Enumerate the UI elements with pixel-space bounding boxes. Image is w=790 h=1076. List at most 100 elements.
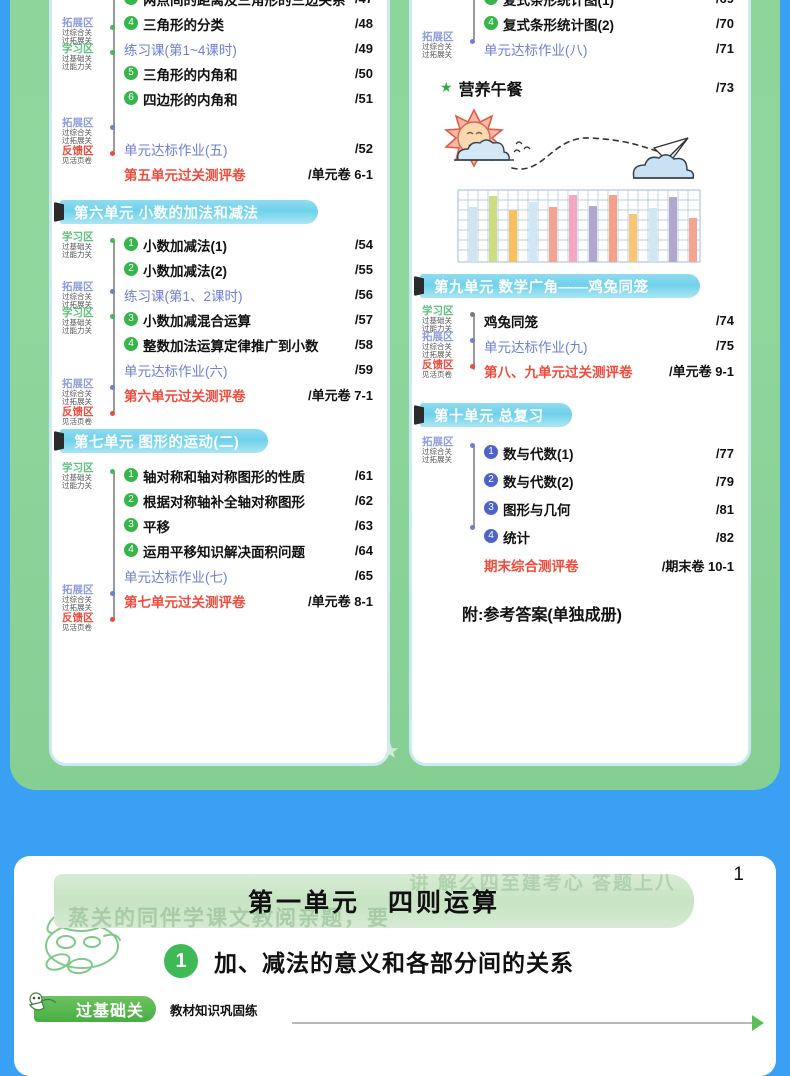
toc-row-page: /59 bbox=[354, 362, 373, 377]
toc-row-label: 统计 bbox=[503, 531, 530, 546]
toc-row-page: /50 bbox=[354, 66, 373, 81]
toc-row-label: 复式条形统计图(2) bbox=[503, 17, 614, 33]
toc-row[interactable]: 单元达标作业(九) /75 bbox=[412, 333, 748, 358]
toc-rows: 拓展区 过综合关 过拓展关 1 数与代数(1) /77 2 数与代数(2) /7… bbox=[412, 436, 748, 579]
toc-row-page: /单元卷 9-1 bbox=[668, 364, 734, 379]
toc-row[interactable]: 5 三角形的内角和 /50 bbox=[52, 61, 387, 86]
toc-row[interactable]: 第七单元过关测评卷 /单元卷 8-1 bbox=[52, 588, 387, 613]
toc-row[interactable]: 鸡兔同笼 /74 bbox=[412, 308, 748, 333]
toc-row-label: 图形与几何 bbox=[503, 503, 571, 518]
toc-row-page: /58 bbox=[354, 337, 373, 352]
toc-row-label: 单元达标作业(七) bbox=[124, 569, 228, 585]
toc-row[interactable]: 2 小数加减法(2) /55 bbox=[52, 257, 387, 282]
toc-row[interactable]: 1 轴对称和轴对称图形的性质 /61 bbox=[52, 463, 387, 488]
toc-row[interactable]: 单元达标作业(五) /52 bbox=[52, 136, 387, 161]
toc-row-page: /54 bbox=[354, 237, 373, 252]
toc-row-label: 鸡兔同笼 bbox=[484, 314, 538, 330]
toc-row[interactable]: 4 统计 /82 bbox=[412, 523, 748, 551]
toc-row[interactable]: 4 整数加法运算定律推广到小数 /58 bbox=[52, 332, 387, 357]
section-badge-row: 过基础关 教材知识巩固练 bbox=[34, 996, 258, 1022]
toc-feature-row[interactable]: ★ 营养午餐 /73 bbox=[412, 75, 748, 100]
toc-row[interactable]: 3 两点间的距离及三角形的三边关系 /47 bbox=[52, 0, 387, 11]
toc-right-column-card: 拓展区 过综合关 过拓展关 3 复式条形统计图(1) /69 4 复式条形统计图… bbox=[412, 0, 748, 763]
unit-header-title: 第九单元 数学广角——鸡兔同笼 bbox=[434, 279, 649, 296]
toc-section-unit9: 第九单元 数学广角——鸡兔同笼 学习区 过基础关 过能力关 拓展区 过综合关 过… bbox=[412, 274, 748, 383]
toc-row-label: 练习课(第1~4课时) bbox=[124, 42, 237, 58]
lesson-page-panel: 1 蒸关的同伴学课文教阅亲题，要 讲 解么四至建考心 答题上八 第一单元 四则运… bbox=[14, 856, 776, 1076]
toc-row[interactable]: 3 图形与几何 /81 bbox=[412, 495, 748, 523]
item-number: 1 bbox=[124, 467, 138, 482]
toc-row[interactable]: 2 根据对称轴补全轴对称图形 /62 bbox=[52, 488, 387, 513]
toc-section-unit6: 第六单元 小数的加法和减法 学习区 过基础关 过能力关 拓展区 过综合关 过拓展… bbox=[52, 200, 387, 425]
toc-row[interactable]: 3 复式条形统计图(1) /69 bbox=[412, 0, 748, 11]
toc-row-label: 根据对称轴补全轴对称图形 bbox=[143, 494, 305, 510]
chapter-title-bar: 蒸关的同伴学课文教阅亲题，要 讲 解么四至建考心 答题上八 第一单元 四则运算 bbox=[54, 874, 694, 928]
badge-subtitle: 教材知识巩固练 bbox=[170, 1003, 258, 1018]
toc-row-label: 单元达标作业(六) bbox=[124, 363, 228, 379]
toc-section-unit10: 第十单元 总复习 拓展区 过综合关 过拓展关 1 数与代数(1) /77 2 数… bbox=[412, 403, 748, 579]
toc-row-page: /57 bbox=[354, 312, 373, 327]
toc-row[interactable]: 3 平移 /63 bbox=[52, 513, 387, 538]
item-number: 2 bbox=[484, 473, 498, 487]
lesson-number: 1 bbox=[164, 944, 198, 978]
toc-row[interactable]: 4 三角形的分类 /48 bbox=[52, 11, 387, 36]
toc-row-page: /单元卷 8-1 bbox=[307, 594, 373, 609]
toc-row-page: /65 bbox=[354, 568, 373, 583]
toc-row-page: /47 bbox=[355, 0, 373, 6]
toc-row[interactable]: 练习课(第1、2课时) /56 bbox=[52, 282, 387, 307]
toc-row-label: 平移 bbox=[143, 519, 170, 535]
zone-label-feedback: 反馈区 见活页卷 bbox=[62, 612, 112, 633]
toc-row-page: /52 bbox=[354, 141, 373, 156]
zone-sub: 见活页卷 bbox=[62, 623, 92, 633]
toc-row[interactable]: 单元达标作业(八) /71 bbox=[412, 36, 748, 61]
toc-row[interactable]: 单元达标作业(七) /65 bbox=[52, 563, 387, 588]
toc-row-label: 小数加减混合运算 bbox=[143, 313, 251, 329]
toc-row-page: /61 bbox=[354, 468, 373, 483]
toc-row[interactable]: 练习课(第1~4课时) /49 bbox=[52, 36, 387, 61]
toc-row[interactable]: 单元达标作业(六) /59 bbox=[52, 357, 387, 382]
toc-row-page: /51 bbox=[354, 91, 373, 106]
item-number: 2 bbox=[124, 492, 138, 507]
toc-section-unit7: 第七单元 图形的运动(二) 学习区 过基础关 过能力关 拓展区 过综合关 过拓展… bbox=[52, 429, 387, 631]
toc-row-page: /48 bbox=[354, 16, 373, 31]
toc-row[interactable]: 4 复式条形统计图(2) /70 bbox=[412, 11, 748, 36]
toc-row-label: 运用平移知识解决面积问题 bbox=[143, 544, 305, 560]
zone-label-feedback: 反馈区 见活页卷 bbox=[62, 406, 112, 426]
unit-header-bar: 第七单元 图形的运动(二) bbox=[60, 429, 268, 453]
toc-row-label: 四边形的内角和 bbox=[143, 92, 238, 108]
toc-row[interactable]: 第五单元过关测评卷 /单元卷 6-1 bbox=[52, 161, 387, 186]
toc-row[interactable]: 3 小数加减混合运算 /57 bbox=[52, 307, 387, 332]
toc-row-page: /77 bbox=[715, 445, 734, 461]
toc-row-page: /55 bbox=[354, 262, 373, 277]
toc-row-page: /62 bbox=[354, 493, 373, 508]
toc-row-label: 数与代数(1) bbox=[503, 447, 574, 462]
unit-header-bar: 第六单元 小数的加法和减法 bbox=[60, 200, 318, 224]
toc-row[interactable]: 1 小数加减法(1) /54 bbox=[52, 232, 387, 257]
mascot-small-icon bbox=[20, 990, 60, 1021]
item-number: 3 bbox=[484, 0, 498, 5]
toc-row[interactable]: 第八、九单元过关测评卷 /单元卷 9-1 bbox=[412, 358, 748, 383]
toc-row[interactable]: 第六单元过关测评卷 /单元卷 7-1 bbox=[52, 382, 387, 407]
item-number: 1 bbox=[124, 236, 138, 251]
toc-row[interactable]: 4 运用平移知识解决面积问题 /64 bbox=[52, 538, 387, 563]
item-number: 6 bbox=[124, 90, 138, 105]
toc-rows: 学习区 过基础关 过能力关 拓展区 过综合关 过拓展关 反馈区 见活页卷 1 轴… bbox=[52, 462, 387, 631]
item-number: 3 bbox=[484, 501, 498, 515]
toc-row[interactable]: 1 数与代数(1) /77 bbox=[412, 439, 748, 467]
toc-row-label: 单元达标作业(五) bbox=[124, 142, 228, 158]
item-number: 3 bbox=[124, 517, 138, 532]
cloud-icon bbox=[632, 154, 695, 179]
toc-row-label: 轴对称和轴对称图形的性质 bbox=[143, 469, 305, 485]
toc-row-label: 第五单元过关测评卷 bbox=[124, 167, 246, 183]
section-divider bbox=[292, 1015, 764, 1031]
toc-row[interactable]: 2 数与代数(2) /79 bbox=[412, 467, 748, 495]
toc-row[interactable]: 6 四边形的内角和 /51 bbox=[52, 86, 387, 111]
item-number: 2 bbox=[124, 261, 138, 276]
toc-row-label: 练习课(第1、2课时) bbox=[124, 288, 243, 304]
toc-section-unit8-continued: 拓展区 过综合关 过拓展关 3 复式条形统计图(1) /69 4 复式条形统计图… bbox=[412, 0, 748, 61]
toc-row-label: 数与代数(2) bbox=[503, 475, 574, 490]
item-number: 4 bbox=[124, 15, 138, 30]
toc-row-page: /63 bbox=[354, 518, 373, 533]
toc-row-page: /期末卷 10-1 bbox=[661, 558, 734, 574]
toc-row[interactable]: 期末综合测评卷 /期末卷 10-1 bbox=[412, 551, 748, 579]
